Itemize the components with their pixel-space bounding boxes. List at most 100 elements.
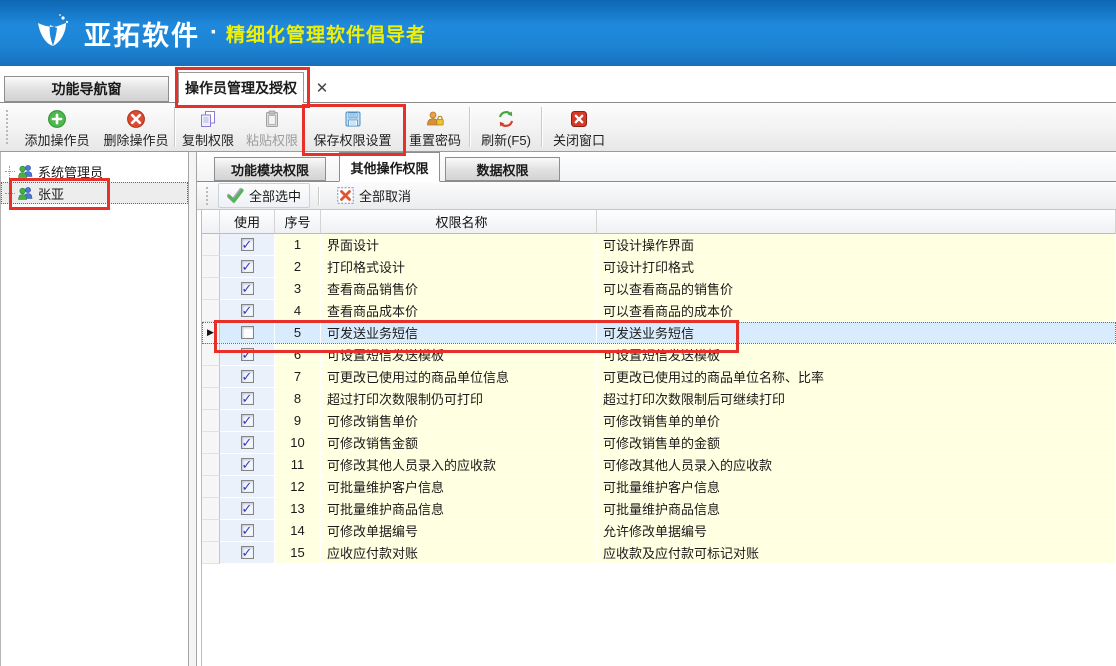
table-row[interactable]: ▶5可发送业务短信可发送业务短信 xyxy=(202,322,1116,344)
table-row[interactable]: 10可修改销售金额可修改销售单的金额 xyxy=(202,432,1116,454)
grid-actionbar: 全部选中 全部取消 xyxy=(197,182,1116,210)
row-checkbox[interactable] xyxy=(241,260,254,273)
permission-name-cell: 可批量维护商品信息 xyxy=(321,498,597,520)
index-cell: 3 xyxy=(275,278,321,300)
row-indicator xyxy=(202,366,220,388)
row-checkbox[interactable] xyxy=(241,348,254,361)
brand-logo-icon xyxy=(30,11,74,55)
copy-permissions-button[interactable]: 复制权限 xyxy=(176,103,240,151)
table-row[interactable]: 1界面设计可设计操作界面 xyxy=(202,234,1116,256)
table-row[interactable]: 15应收应付款对账应收款及应付款可标记对账 xyxy=(202,542,1116,564)
row-checkbox[interactable] xyxy=(241,370,254,383)
reset-password-button[interactable]: 重置密码 xyxy=(401,103,469,151)
permissions-grid-body: 1界面设计可设计操作界面2打印格式设计可设计打印格式3查看商品销售价可以查看商品… xyxy=(202,234,1116,564)
permission-desc-cell: 可修改其他人员录入的应收款 xyxy=(597,454,1116,476)
permission-name-cell: 可设置短信发送模板 xyxy=(321,344,597,366)
table-row[interactable]: 9可修改销售单价可修改销售单的单价 xyxy=(202,410,1116,432)
subtab-data-permissions[interactable]: 数据权限 xyxy=(445,157,560,181)
refresh-button[interactable]: 刷新(F5) xyxy=(471,103,541,151)
use-cell xyxy=(220,234,275,256)
row-checkbox[interactable] xyxy=(241,282,254,295)
index-cell: 6 xyxy=(275,344,321,366)
header-permission-name[interactable]: 权限名称 xyxy=(321,210,597,234)
header-use[interactable]: 使用 xyxy=(220,210,275,234)
permission-desc-cell: 可以查看商品的成本价 xyxy=(597,300,1116,322)
row-checkbox[interactable] xyxy=(241,436,254,449)
save-permissions-label: 保存权限设置 xyxy=(313,130,391,149)
permission-name-cell: 可更改已使用过的商品单位信息 xyxy=(321,366,597,388)
users-icon xyxy=(17,185,34,202)
refresh-label: 刷新(F5) xyxy=(481,130,531,149)
table-row[interactable]: 13可批量维护商品信息可批量维护商品信息 xyxy=(202,498,1116,520)
row-checkbox[interactable] xyxy=(241,458,254,471)
row-indicator xyxy=(202,520,220,542)
header-index[interactable]: 序号 xyxy=(275,210,321,234)
use-cell xyxy=(220,278,275,300)
table-row[interactable]: 6可设置短信发送模板可设置短信发送模板 xyxy=(202,344,1116,366)
table-row[interactable]: 2打印格式设计可设计打印格式 xyxy=(202,256,1116,278)
tree-connector xyxy=(5,171,15,172)
save-icon xyxy=(343,109,363,129)
actionbar-drag-handle[interactable] xyxy=(206,187,212,205)
save-permissions-button[interactable]: 保存权限设置 xyxy=(304,103,401,151)
panel-splitter[interactable] xyxy=(189,152,196,666)
main-tabstrip: 功能导航窗 操作员管理及授权 ✕ xyxy=(0,66,1116,103)
brand-separator: · xyxy=(210,19,218,47)
row-indicator: ▶ xyxy=(202,322,220,344)
tree-item-zhangya[interactable]: 张亚 xyxy=(1,182,188,204)
tab-close-icon[interactable]: ✕ xyxy=(312,78,332,98)
index-cell: 13 xyxy=(275,498,321,520)
row-indicator xyxy=(202,234,220,256)
close-window-button[interactable]: 关闭窗口 xyxy=(543,103,615,151)
table-row[interactable]: 3查看商品销售价可以查看商品的销售价 xyxy=(202,278,1116,300)
row-checkbox[interactable] xyxy=(241,546,254,559)
subtab-label: 其他操作权限 xyxy=(350,158,428,177)
index-cell: 4 xyxy=(275,300,321,322)
table-row[interactable]: 14可修改单据编号允许修改单据编号 xyxy=(202,520,1116,542)
toolbar-drag-handle[interactable] xyxy=(6,110,12,144)
header-description[interactable] xyxy=(597,210,1116,234)
subtab-other-permissions[interactable]: 其他操作权限 xyxy=(339,152,440,182)
table-row[interactable]: 12可批量维护客户信息可批量维护客户信息 xyxy=(202,476,1116,498)
row-checkbox[interactable] xyxy=(241,238,254,251)
table-row[interactable]: 11可修改其他人员录入的应收款可修改其他人员录入的应收款 xyxy=(202,454,1116,476)
use-cell xyxy=(220,388,275,410)
tab-nav-window[interactable]: 功能导航窗 xyxy=(4,76,169,102)
content-area: 系统管理员 张亚 功能模块权限 xyxy=(0,152,1116,666)
permissions-grid: 使用 序号 权限名称 1界面设计可设计操作界面2打印格式设计可设计打印格式3查看… xyxy=(201,210,1116,666)
delete-operator-button[interactable]: 删除操作员 xyxy=(98,103,174,151)
row-checkbox[interactable] xyxy=(241,502,254,515)
paste-permissions-label: 粘贴权限 xyxy=(246,130,298,149)
cancel-all-button[interactable]: 全部取消 xyxy=(328,183,420,208)
reset-password-label: 重置密码 xyxy=(409,130,461,149)
subtab-module-permissions[interactable]: 功能模块权限 xyxy=(214,157,326,181)
add-operator-button[interactable]: 添加操作员 xyxy=(16,103,98,151)
table-row[interactable]: 4查看商品成本价可以查看商品的成本价 xyxy=(202,300,1116,322)
permission-desc-cell: 可发送业务短信 xyxy=(597,322,1116,344)
row-checkbox[interactable] xyxy=(241,304,254,317)
row-checkbox[interactable] xyxy=(241,414,254,427)
brand-name: 亚拓软件 xyxy=(84,14,200,53)
row-indicator xyxy=(202,432,220,454)
tab-operator-management[interactable]: 操作员管理及授权 xyxy=(178,72,304,103)
row-checkbox[interactable] xyxy=(241,480,254,493)
row-checkbox[interactable] xyxy=(241,326,254,339)
table-row[interactable]: 8超过打印次数限制仍可打印超过打印次数限制后可继续打印 xyxy=(202,388,1116,410)
use-cell xyxy=(220,432,275,454)
use-cell xyxy=(220,520,275,542)
use-cell xyxy=(220,542,275,564)
permission-desc-cell: 可设置短信发送模板 xyxy=(597,344,1116,366)
permission-name-cell: 可批量维护客户信息 xyxy=(321,476,597,498)
paste-permissions-button[interactable]: 粘贴权限 xyxy=(240,103,304,151)
index-cell: 15 xyxy=(275,542,321,564)
index-cell: 1 xyxy=(275,234,321,256)
row-checkbox[interactable] xyxy=(241,524,254,537)
row-checkbox[interactable] xyxy=(241,392,254,405)
index-cell: 9 xyxy=(275,410,321,432)
select-all-button[interactable]: 全部选中 xyxy=(218,183,310,208)
table-row[interactable]: 7可更改已使用过的商品单位信息可更改已使用过的商品单位名称、比率 xyxy=(202,366,1116,388)
permission-name-cell: 查看商品销售价 xyxy=(321,278,597,300)
index-cell: 7 xyxy=(275,366,321,388)
tree-item-system-admin[interactable]: 系统管理员 xyxy=(1,160,188,182)
tree-connector xyxy=(5,193,15,194)
